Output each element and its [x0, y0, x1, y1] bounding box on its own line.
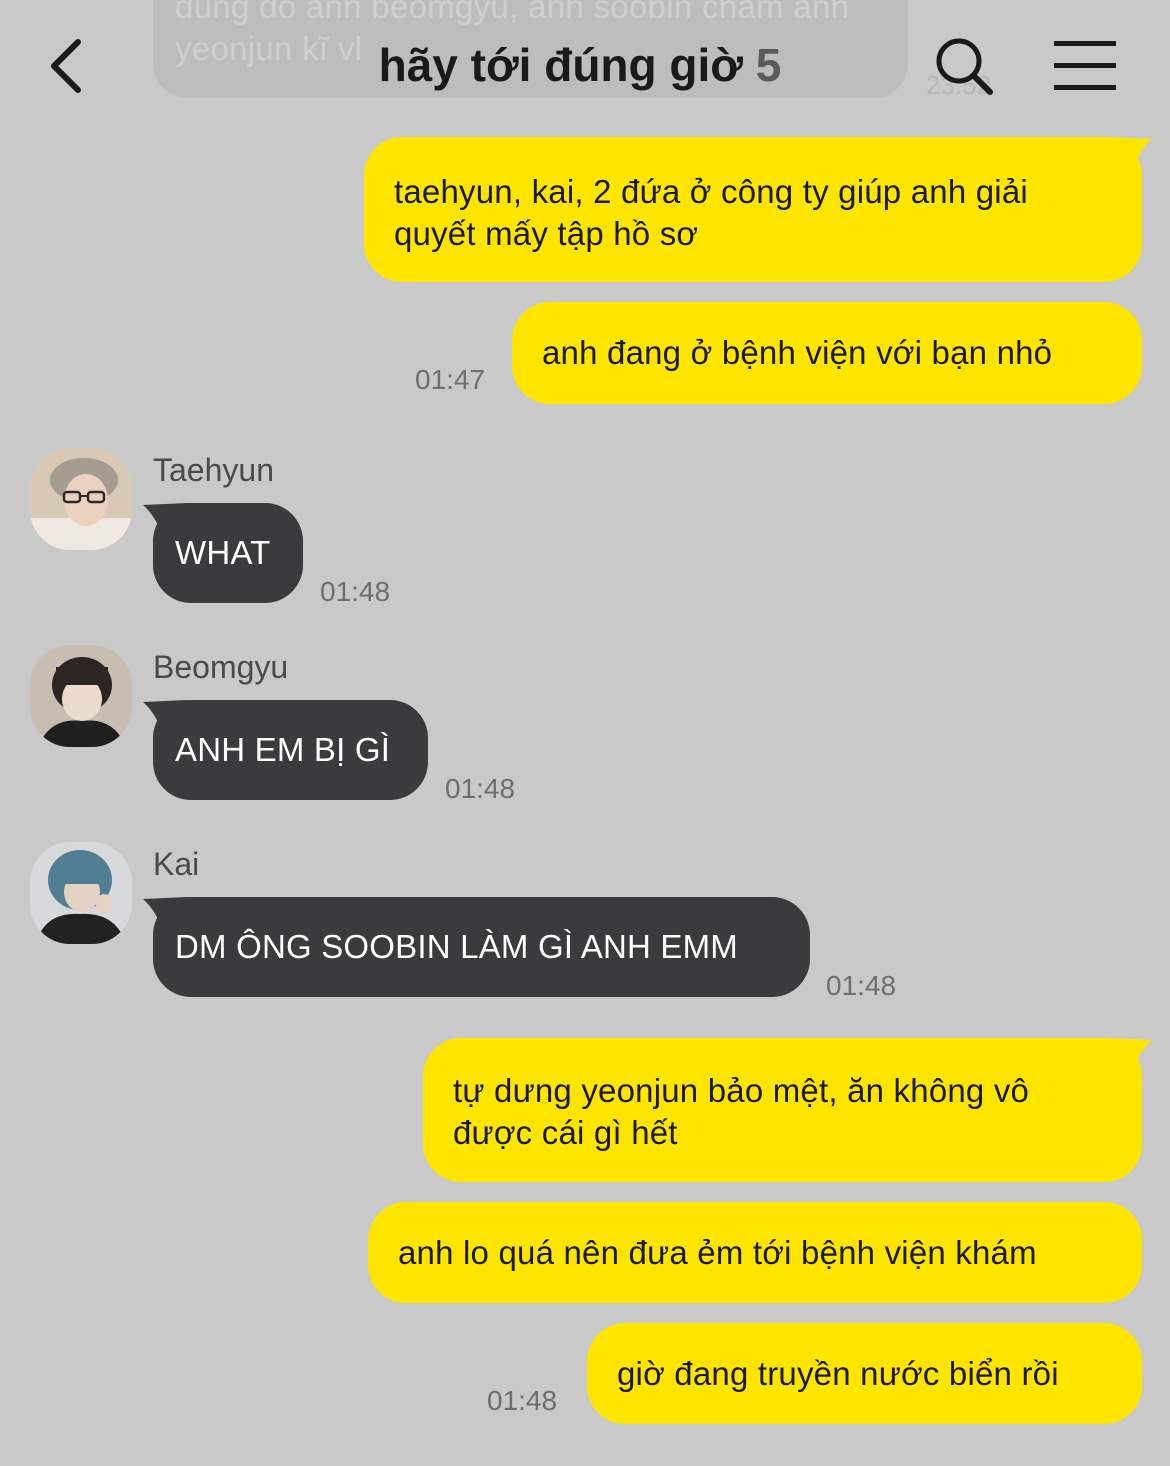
avatar-kai[interactable] [30, 842, 132, 944]
message-text: taehyun, kai, 2 đứa ở công ty giúp anh g… [394, 173, 1028, 252]
back-button[interactable] [36, 32, 96, 100]
avatar-image [30, 842, 132, 944]
chat-title-text: hãy tới đúng giờ [378, 39, 743, 91]
their-message-bubble[interactable]: ANH EM BỊ GÌ [153, 700, 428, 800]
bubble-tail [1108, 1038, 1152, 1078]
avatar-beomgyu[interactable] [30, 645, 132, 747]
message-time: 01:48 [826, 970, 897, 1001]
their-message-bubble[interactable]: DM ÔNG SOOBIN LÀM GÌ ANH EMM [153, 897, 810, 997]
message-time: 01:47 [415, 364, 486, 395]
my-message-bubble[interactable]: taehyun, kai, 2 đứa ở công ty giúp anh g… [364, 137, 1142, 282]
sender-name: Taehyun [153, 452, 274, 488]
avatar-image [30, 448, 132, 550]
my-message-bubble[interactable]: giờ đang truyền nước biển rồi [587, 1323, 1142, 1424]
message-text: giờ đang truyền nước biển rồi [617, 1355, 1059, 1392]
my-message-bubble[interactable]: anh đang ở bệnh viện với bạn nhỏ [512, 302, 1142, 404]
avatar-taehyun[interactable] [30, 448, 132, 550]
message-time: 01:48 [320, 576, 391, 607]
message-time: 01:48 [445, 773, 516, 804]
chevron-left-icon [51, 39, 81, 93]
message-text: anh lo quá nên đưa ẻm tới bệnh viện khám [398, 1234, 1037, 1271]
message-time: 01:48 [487, 1385, 558, 1416]
chat-title: hãy tới đúng giờ 5 [300, 38, 860, 92]
avatar-image [30, 645, 132, 747]
bubble-tail [1108, 137, 1152, 177]
my-message-bubble[interactable]: anh lo quá nên đưa ẻm tới bệnh viện khám [368, 1202, 1142, 1303]
my-message-bubble[interactable]: tự dưng yeonjun bảo mệt, ăn không vô đượ… [423, 1038, 1142, 1182]
their-message-bubble[interactable]: WHAT [153, 503, 303, 603]
menu-button[interactable] [1052, 38, 1120, 94]
search-icon [936, 38, 993, 95]
sender-name: Beomgyu [153, 649, 289, 685]
message-text: WHAT [175, 534, 271, 571]
message-text: DM ÔNG SOOBIN LÀM GÌ ANH EMM [175, 928, 738, 965]
member-count: 5 [755, 39, 782, 91]
message-text: tự dưng yeonjun bảo mệt, ăn không vô đượ… [453, 1072, 1030, 1151]
message-text: anh đang ở bệnh viện với bạn nhỏ [542, 334, 1053, 371]
search-button[interactable] [932, 34, 996, 98]
sender-name: Kai [153, 846, 200, 882]
hamburger-menu-icon [1054, 41, 1116, 90]
message-text: ANH EM BỊ GÌ [175, 731, 391, 768]
